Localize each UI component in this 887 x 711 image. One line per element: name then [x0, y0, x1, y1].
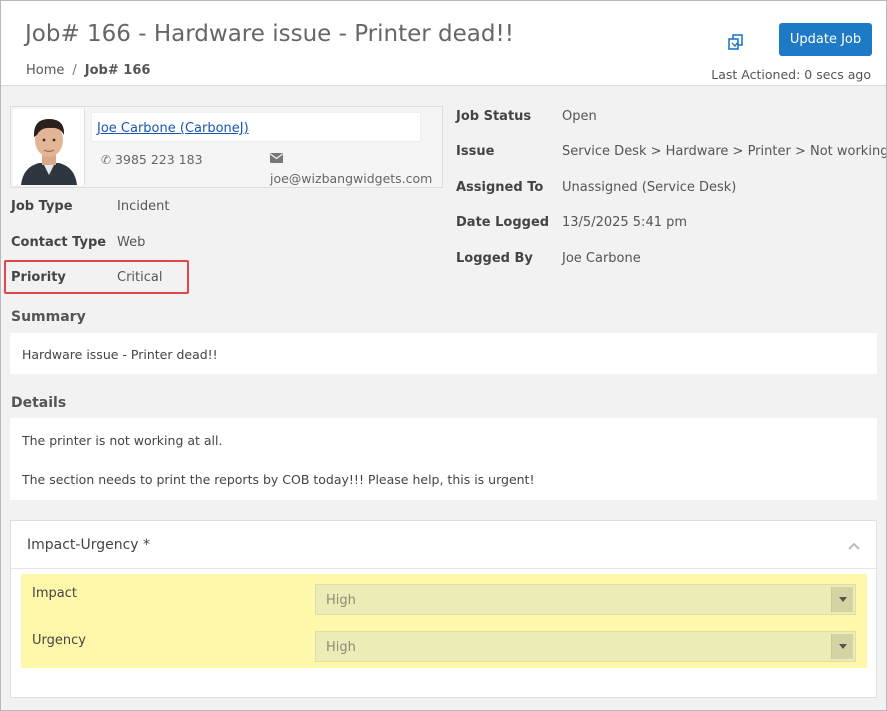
details-line-1: The printer is not working at all. [22, 433, 223, 448]
update-job-button[interactable]: Update Job [779, 23, 872, 56]
page-header: Job# 166 - Hardware issue - Printer dead… [1, 1, 886, 86]
urgency-select[interactable]: High [315, 631, 856, 662]
contact-type-value: Web [117, 235, 146, 250]
priority-label: Priority [11, 270, 66, 285]
phone-number: 3985 223 183 [115, 152, 203, 167]
breadcrumb: Home / Job# 166 [26, 63, 150, 78]
assigned-to-value: Unassigned (Service Desk) [562, 180, 737, 195]
urgency-select-value: High [326, 640, 356, 655]
contact-card: Joe Carbone (CarboneJ) ✆ 3985 223 183 jo… [10, 106, 443, 188]
job-type-value: Incident [117, 199, 170, 214]
contact-name-link[interactable]: Joe Carbone (CarboneJ) [97, 121, 249, 136]
contact-name-box: Joe Carbone (CarboneJ) [91, 112, 421, 142]
impact-urgency-panel: Impact-Urgency * Impact High Urgency Hig… [10, 520, 877, 698]
page-title: Job# 166 - Hardware issue - Printer dead… [25, 21, 514, 47]
priority-value: Critical [117, 270, 163, 285]
date-logged-label: Date Logged [456, 215, 550, 230]
details-panel: The printer is not working at all. The s… [10, 418, 877, 500]
copy-icon[interactable] [727, 33, 745, 51]
job-detail-window: Job# 166 - Hardware issue - Printer dead… [0, 0, 887, 711]
breadcrumb-separator: / [72, 63, 77, 78]
issue-value: Service Desk > Hardware > Printer > Not … [562, 144, 887, 159]
impact-urgency-highlight: Impact High Urgency High [21, 574, 867, 668]
panel-divider [11, 568, 876, 569]
job-status-value: Open [562, 109, 597, 124]
last-actioned-text: Last Actioned: 0 secs ago [711, 67, 871, 82]
impact-label: Impact [32, 586, 77, 601]
date-logged-value: 13/5/2025 5:41 pm [562, 215, 688, 230]
contact-email: joe@wizbangwidgets.com [270, 171, 433, 186]
impact-select-value: High [326, 593, 356, 608]
chevron-up-icon[interactable] [848, 542, 860, 550]
contact-type-label: Contact Type [11, 235, 107, 250]
logged-by-label: Logged By [456, 251, 533, 266]
mail-icon [270, 153, 283, 163]
summary-text: Hardware issue - Printer dead!! [22, 347, 218, 362]
avatar [13, 109, 85, 185]
contact-phone: ✆ 3985 223 183 [101, 152, 203, 167]
details-line-2: The section needs to print the reports b… [22, 472, 535, 487]
breadcrumb-current: Job# 166 [84, 63, 151, 78]
impact-urgency-title: Impact-Urgency * [27, 537, 151, 553]
breadcrumb-home[interactable]: Home [26, 63, 64, 78]
logged-by-value: Joe Carbone [562, 251, 641, 266]
details-heading: Details [11, 395, 67, 411]
job-status-label: Job Status [456, 109, 532, 124]
chevron-down-icon[interactable] [831, 587, 853, 612]
impact-select[interactable]: High [315, 584, 856, 615]
phone-icon: ✆ [101, 153, 112, 167]
summary-panel: Hardware issue - Printer dead!! [10, 333, 877, 374]
chevron-down-icon[interactable] [831, 634, 853, 659]
summary-heading: Summary [11, 309, 86, 325]
issue-label: Issue [456, 144, 495, 159]
assigned-to-label: Assigned To [456, 180, 544, 195]
urgency-label: Urgency [32, 633, 86, 648]
job-type-label: Job Type [11, 199, 73, 214]
